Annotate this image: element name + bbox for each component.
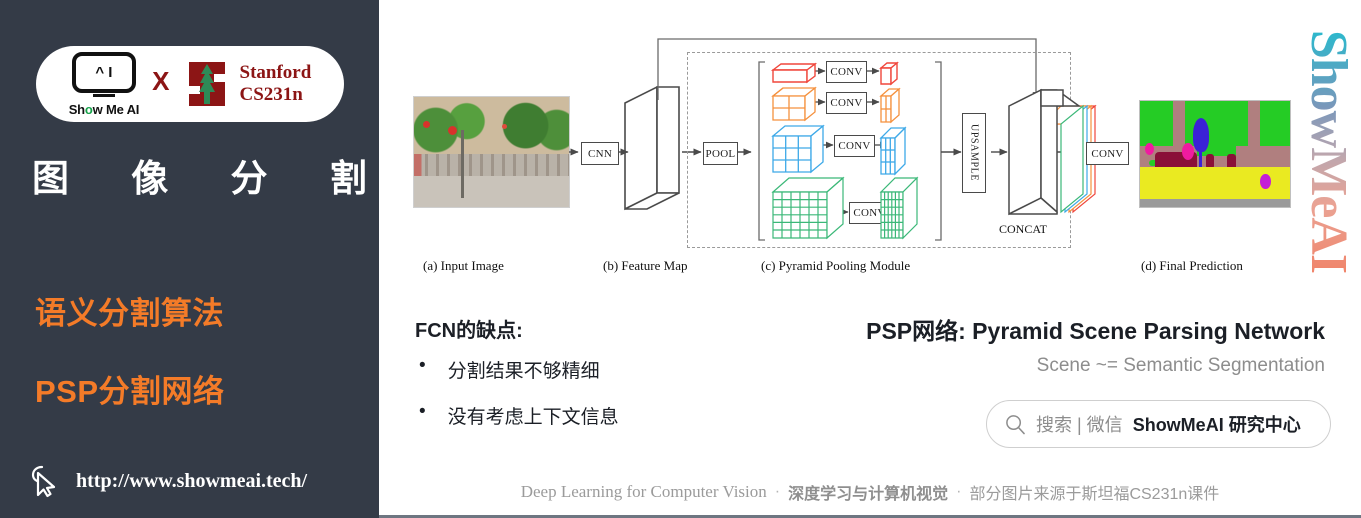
figure-caption-b: (b) Feature Map — [603, 258, 688, 273]
sidebar: ^ I Show Me AI X Stanford CS231n 图 像 分 割… — [0, 0, 379, 518]
pyramid-conv-box-2: CONV — [826, 92, 867, 114]
stanford-line1: Stanford — [239, 61, 312, 83]
search-icon — [1006, 414, 1025, 434]
fcn-bullet-2-text: 没有考虑上下文信息 — [447, 407, 619, 428]
showmeai-logo: ^ I Show Me AI — [68, 51, 140, 117]
bullet-glyph: • — [419, 355, 426, 376]
bullet-glyph: • — [419, 401, 426, 422]
figure-caption-a: (a) Input Image — [423, 258, 504, 273]
upsample-box: UPSAMPLE — [962, 113, 986, 193]
showmeai-wordmark: Show Me AI — [68, 101, 140, 117]
logo-pill: ^ I Show Me AI X Stanford CS231n — [36, 46, 344, 122]
concat-label: CONCAT — [999, 222, 1048, 236]
pyramid-conv-box-1: CONV — [826, 61, 867, 83]
footer-strip: Deep Learning for Computer Vision · 深度学习… — [379, 480, 1361, 504]
final-prediction-thumbnail — [1139, 100, 1291, 208]
slide-root: ^ I Show Me AI X Stanford CS231n 图 像 分 割… — [0, 0, 1361, 518]
showmeai-wordmark-o: o — [84, 101, 93, 117]
figure-caption-d: (d) Final Prediction — [1141, 258, 1243, 273]
wechat-search-box[interactable]: 搜索 | 微信 ShowMeAI 研究中心 — [986, 400, 1331, 448]
footer-chinese-bold: 深度学习与计算机视觉 — [788, 486, 949, 503]
pool-box: POOL — [703, 142, 738, 165]
pyramid-conv-box-3: CONV — [834, 135, 875, 157]
main-panel: CNN POOL CONV CONV CONV CONV UPSAMPLE CO… — [379, 0, 1361, 518]
pred-road — [1140, 198, 1290, 207]
psp-subheading: Scene ~= Semantic Segmentation — [1036, 355, 1325, 376]
page-title: 图 像 分 割 — [32, 158, 393, 199]
showmeai-badge-icon: ^ I — [71, 51, 136, 93]
pred-blob-purple — [1260, 174, 1271, 189]
stanford-tree-icon — [183, 56, 231, 112]
site-url-row[interactable]: http://www.showmeai.tech/ — [30, 464, 307, 498]
fcn-bullet-1: • 分割结果不够精细 — [419, 356, 600, 383]
showmeai-wordmark-pre: Sh — [68, 101, 85, 117]
fcn-bullet-2: • 没有考虑上下文信息 — [419, 402, 619, 429]
sidebar-subtitle-2: PSP分割网络 — [35, 374, 225, 409]
final-conv-box: CONV — [1086, 142, 1129, 165]
psp-heading: PSP网络: Pyramid Scene Parsing Network — [866, 318, 1325, 344]
content-area: FCN的缺点: • 分割结果不够精细 • 没有考虑上下文信息 PSP网络: Py… — [379, 292, 1361, 518]
footer-separator-2: · — [956, 483, 962, 500]
psp-architecture-figure: CNN POOL CONV CONV CONV CONV UPSAMPLE CO… — [379, 0, 1361, 290]
fcn-bullet-1-text: 分割结果不够精细 — [447, 361, 600, 382]
sidebar-subtitle-1: 语义分割算法 — [35, 296, 224, 331]
footer-source: 部分图片来源于斯坦福CS231n课件 — [969, 486, 1220, 503]
fcn-heading: FCN的缺点: — [415, 320, 523, 342]
footer-separator-1: · — [774, 483, 781, 500]
figure-caption-c: (c) Pyramid Pooling Module — [761, 258, 911, 273]
showmeai-badge-text: ^ I — [95, 63, 113, 81]
stanford-label: Stanford CS231n — [240, 62, 312, 107]
showmeai-wordmark-post: w Me AI — [92, 101, 140, 117]
pyramid-output-slabs — [879, 61, 919, 240]
search-box-hint: 搜索 | 微信 — [1036, 415, 1123, 435]
search-box-account: ShowMeAI 研究中心 — [1132, 415, 1301, 435]
footer-english: Deep Learning for Computer Vision — [520, 482, 767, 501]
site-url-text: http://www.showmeai.tech/ — [76, 469, 308, 492]
stanford-line2: CS231n — [239, 84, 303, 105]
cursor-pointer-icon — [31, 465, 56, 498]
cross-symbol: X — [152, 65, 170, 96]
pred-blob-pink-2 — [1144, 143, 1154, 156]
